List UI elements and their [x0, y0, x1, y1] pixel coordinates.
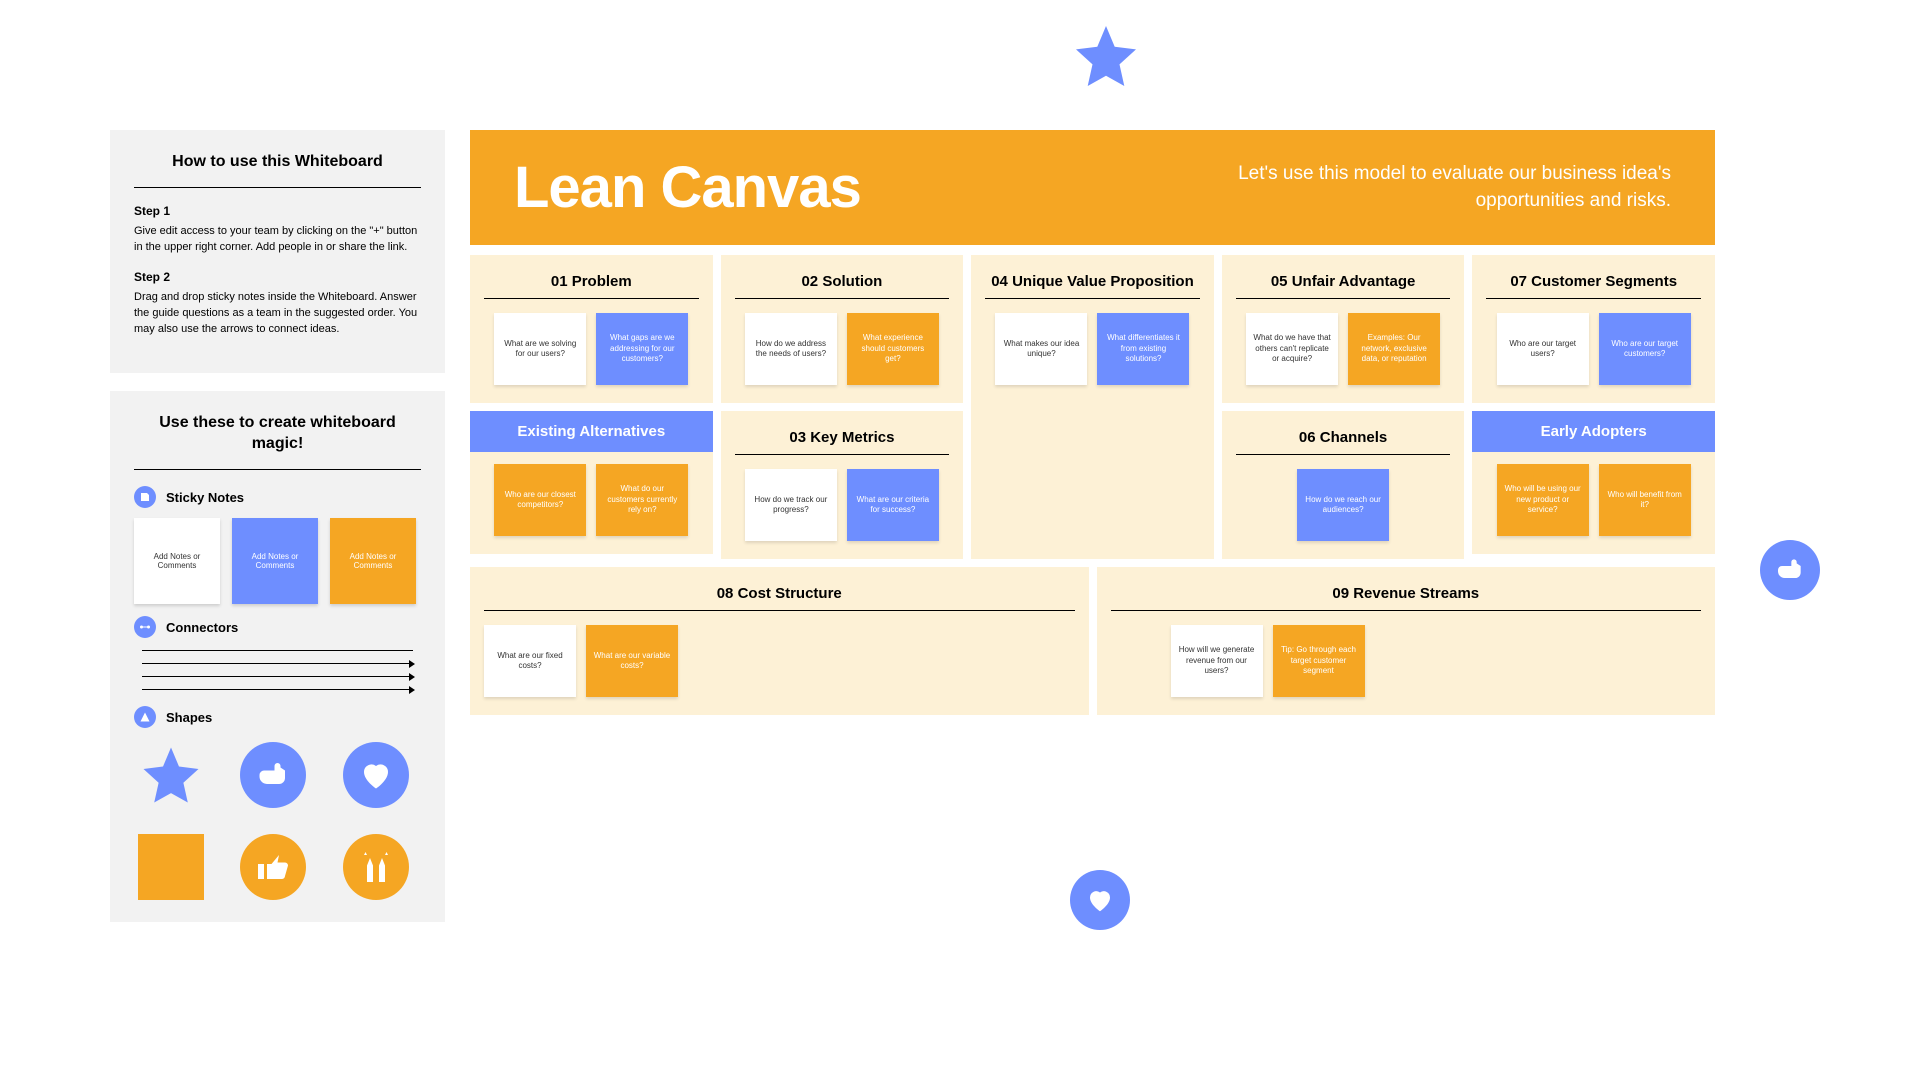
block-heading: Existing Alternatives: [470, 411, 713, 452]
step1-body: Give edit access to your team by clickin…: [134, 224, 421, 256]
sticky-note[interactable]: Who will be using our new product or ser…: [1497, 464, 1589, 536]
block-cost-structure[interactable]: 08 Cost Structure What are our fixed cos…: [470, 567, 1089, 715]
block-heading: 03 Key Metrics: [735, 423, 950, 454]
sticky-note[interactable]: What experience should customers get?: [847, 313, 939, 385]
shape-pointing-hand[interactable]: [240, 742, 306, 808]
connector-line[interactable]: [142, 650, 413, 651]
shapes-section: Shapes: [134, 706, 421, 728]
connector-arrow[interactable]: [142, 663, 413, 664]
sticky-sample-white[interactable]: Add Notes or Comments: [134, 518, 220, 604]
sticky-note[interactable]: What are we solving for our users?: [494, 313, 586, 385]
sticky-note[interactable]: What makes our idea unique?: [995, 313, 1087, 385]
sticky-note-icon: [134, 486, 156, 508]
sticky-sample-blue[interactable]: Add Notes or Comments: [232, 518, 318, 604]
star-icon[interactable]: [1070, 20, 1142, 97]
banner-subtitle: Let's use this model to evaluate our bus…: [1231, 161, 1671, 214]
sticky-note[interactable]: What are our variable costs?: [586, 625, 678, 697]
sticky-note[interactable]: Tip: Go through each target customer seg…: [1273, 625, 1365, 697]
sticky-notes-section: Sticky Notes: [134, 486, 421, 508]
connector-arrow[interactable]: [142, 676, 413, 677]
pointing-hand-icon[interactable]: [1760, 540, 1820, 600]
howto-panel: How to use this Whiteboard Step 1 Give e…: [110, 130, 445, 373]
step1-heading: Step 1: [134, 204, 421, 218]
sticky-note[interactable]: What differentiates it from existing sol…: [1097, 313, 1189, 385]
sticky-note[interactable]: Examples: Our network, exclusive data, o…: [1348, 313, 1440, 385]
sticky-sample-orange[interactable]: Add Notes or Comments: [330, 518, 416, 604]
block-problem[interactable]: 01 Problem What are we solving for our u…: [470, 255, 713, 403]
block-key-metrics[interactable]: 03 Key Metrics How do we track our progr…: [721, 411, 964, 559]
sidebar: How to use this Whiteboard Step 1 Give e…: [110, 130, 445, 940]
shapes-label: Shapes: [166, 710, 212, 725]
sticky-note[interactable]: Who are our target customers?: [1599, 313, 1691, 385]
block-heading: 09 Revenue Streams: [1111, 579, 1702, 610]
sticky-note[interactable]: What do we have that others can't replic…: [1246, 313, 1338, 385]
block-heading: 06 Channels: [1236, 423, 1451, 454]
block-heading: Early Adopters: [1472, 411, 1715, 452]
block-early-adopters[interactable]: Early Adopters Who will be using our new…: [1472, 411, 1715, 554]
block-heading: 05 Unfair Advantage: [1236, 267, 1451, 298]
sticky-note[interactable]: What are our criteria for success?: [847, 469, 939, 541]
step2-heading: Step 2: [134, 270, 421, 284]
shapes-icon: [134, 706, 156, 728]
sticky-note[interactable]: What are our fixed costs?: [484, 625, 576, 697]
shape-raised-hands[interactable]: [343, 834, 409, 900]
block-revenue-streams[interactable]: 09 Revenue Streams How will we generate …: [1097, 567, 1716, 715]
divider: [134, 469, 421, 470]
howto-title: How to use this Whiteboard: [134, 152, 421, 173]
connector-arrow[interactable]: [142, 689, 413, 690]
shape-heart[interactable]: [343, 742, 409, 808]
connectors-label: Connectors: [166, 620, 238, 635]
sticky-note[interactable]: What gaps are we addressing for our cust…: [596, 313, 688, 385]
sticky-note[interactable]: Who will benefit from it?: [1599, 464, 1691, 536]
block-heading: 01 Problem: [484, 267, 699, 298]
sticky-note[interactable]: How do we track our progress?: [745, 469, 837, 541]
connectors-section: Connectors: [134, 616, 421, 638]
heart-icon[interactable]: [1070, 870, 1130, 930]
step2-body: Drag and drop sticky notes inside the Wh…: [134, 290, 421, 338]
connector-samples: [134, 650, 421, 690]
sticky-note[interactable]: How do we address the needs of users?: [745, 313, 837, 385]
banner-title: Lean Canvas: [514, 154, 861, 221]
block-customer-segments[interactable]: 07 Customer Segments Who are our target …: [1472, 255, 1715, 403]
block-heading: 02 Solution: [735, 267, 950, 298]
shape-thumbs-up[interactable]: [240, 834, 306, 900]
magic-panel: Use these to create whiteboard magic! St…: [110, 391, 445, 922]
block-channels[interactable]: 06 Channels How do we reach our audience…: [1222, 411, 1465, 559]
block-solution[interactable]: 02 Solution How do we address the needs …: [721, 255, 964, 403]
block-heading: 04 Unique Value Proposition: [985, 267, 1200, 298]
sticky-note[interactable]: Who are our target users?: [1497, 313, 1589, 385]
sticky-note[interactable]: How do we reach our audiences?: [1297, 469, 1389, 541]
magic-title: Use these to create whiteboard magic!: [134, 413, 421, 455]
divider: [134, 187, 421, 188]
banner: Lean Canvas Let's use this model to eval…: [470, 130, 1715, 245]
shape-square[interactable]: [138, 834, 204, 900]
sticky-note[interactable]: What do our customers currently rely on?: [596, 464, 688, 536]
shape-star[interactable]: [138, 742, 204, 808]
connector-icon: [134, 616, 156, 638]
lean-canvas: Lean Canvas Let's use this model to eval…: [470, 130, 1715, 715]
block-uvp[interactable]: 04 Unique Value Proposition What makes o…: [971, 255, 1214, 559]
block-heading: 08 Cost Structure: [484, 579, 1075, 610]
sticky-note[interactable]: How will we generate revenue from our us…: [1171, 625, 1263, 697]
block-unfair-advantage[interactable]: 05 Unfair Advantage What do we have that…: [1222, 255, 1465, 403]
block-existing-alternatives[interactable]: Existing Alternatives Who are our closes…: [470, 411, 713, 554]
sticky-note[interactable]: Who are our closest competitors?: [494, 464, 586, 536]
block-heading: 07 Customer Segments: [1486, 267, 1701, 298]
sticky-label: Sticky Notes: [166, 490, 244, 505]
